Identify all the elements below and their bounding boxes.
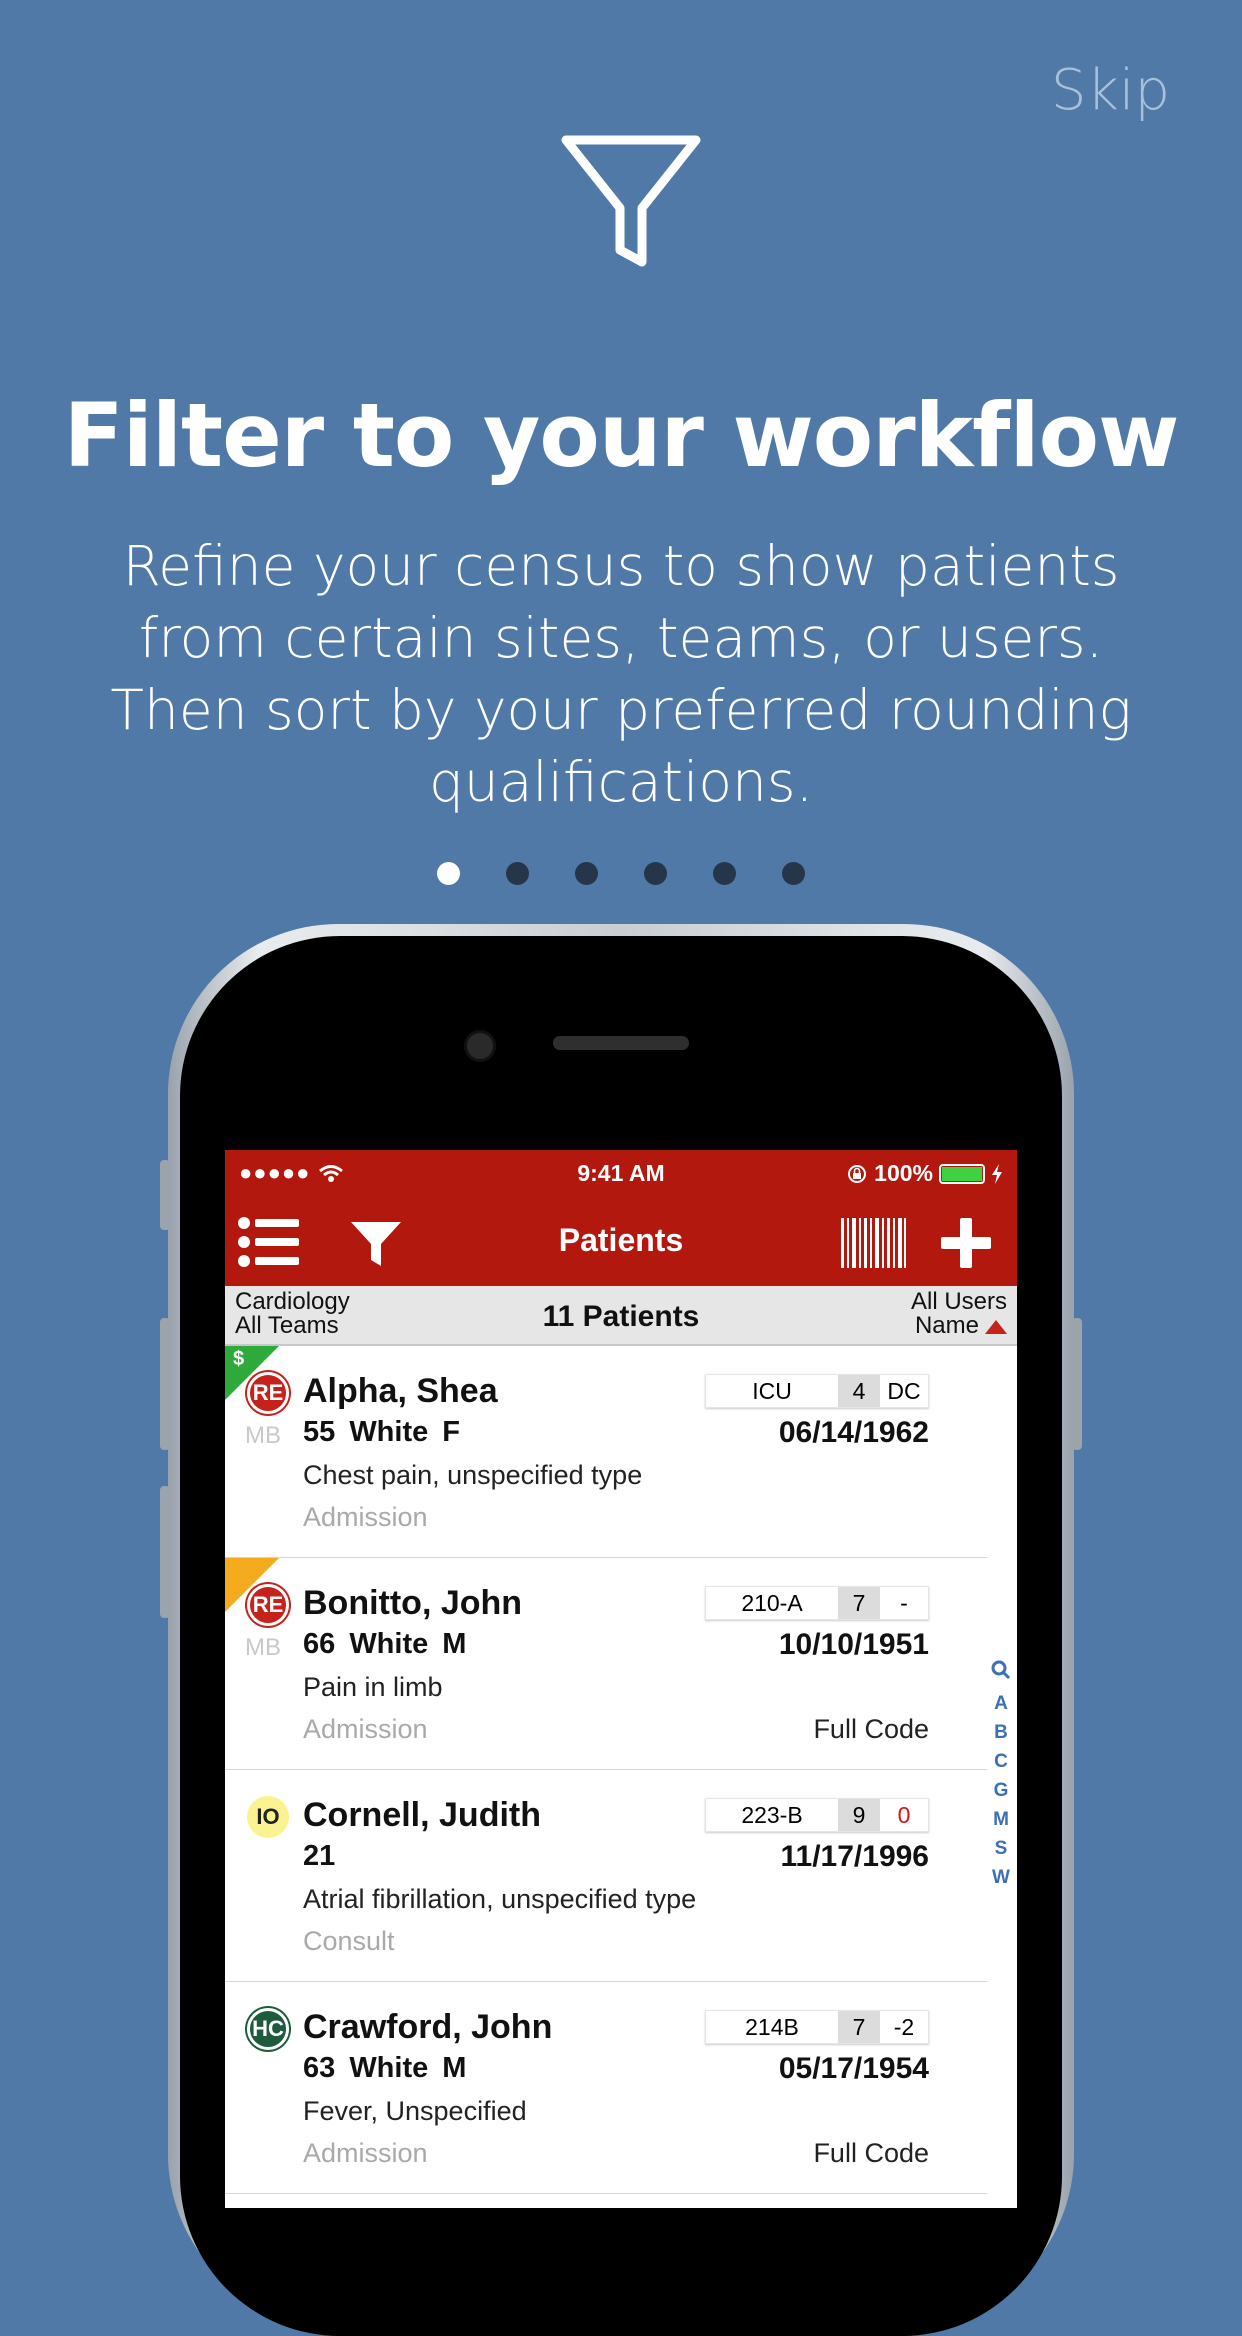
phone-screen: ●●●●● 9:41 AM 100% Patients Cardiology A… xyxy=(225,1150,1017,2208)
patient-dob: 05/17/1954 xyxy=(778,2052,929,2085)
room-number: ICU xyxy=(706,1375,838,1407)
alphabet-index[interactable]: A B C G M S W xyxy=(989,1660,1013,1892)
charging-icon xyxy=(992,1163,1002,1184)
page-dot-6[interactable] xyxy=(782,862,805,885)
patient-count: 11 Patients xyxy=(542,1300,700,1333)
index-letter[interactable]: C xyxy=(989,1747,1013,1776)
patient-list: $ RE MB Alpha, Shea 55 White F Chest pai… xyxy=(225,1346,1017,2194)
room-info: 223-B 9 0 xyxy=(705,1798,929,1832)
add-patient-icon[interactable] xyxy=(941,1218,991,1268)
encounter-type: Admission xyxy=(303,1502,428,1532)
patient-row[interactable]: IO Cornell, Judith 21 Atrial fibrillatio… xyxy=(225,1770,987,1982)
secondary-provider: MB xyxy=(245,1634,281,1661)
room-number: 214B xyxy=(706,2011,838,2043)
rotation-lock-icon xyxy=(848,1164,867,1183)
page-subtitle: Refine your census to show patients from… xyxy=(110,534,1132,814)
skip-button[interactable]: Skip xyxy=(1051,58,1170,123)
patient-name: Bonitto, John xyxy=(303,1584,523,1622)
status-bar: ●●●●● 9:41 AM 100% xyxy=(225,1150,1017,1196)
room-extra: DC xyxy=(880,1375,928,1407)
provider-badge: IO xyxy=(247,1796,289,1838)
patient-diagnosis: Atrial fibrillation, unspecified type xyxy=(303,1884,697,1914)
encounter-type: Admission xyxy=(303,1714,428,1744)
patient-diagnosis: Chest pain, unspecified type xyxy=(303,1460,643,1490)
barcode-scan-icon[interactable] xyxy=(841,1218,907,1268)
room-info: 214B 7 -2 xyxy=(705,2010,929,2044)
room-info: 210-A 7 - xyxy=(705,1586,929,1620)
provider-badge: HC xyxy=(247,2008,289,2050)
patient-name: Crawford, John xyxy=(303,2008,553,2046)
page-dot-5[interactable] xyxy=(713,862,736,885)
patient-name: Cornell, Judith xyxy=(303,1796,541,1834)
index-letter[interactable]: A xyxy=(989,1689,1013,1718)
room-info: ICU 4 DC xyxy=(705,1374,929,1408)
battery-percent: 100% xyxy=(874,1160,933,1186)
room-extra: -2 xyxy=(880,2011,928,2043)
patient-row[interactable]: $ RE MB Alpha, Shea 55 White F Chest pai… xyxy=(225,1346,987,1558)
sort-ascending-icon[interactable] xyxy=(985,1319,1007,1334)
billing-flag-label: $ xyxy=(233,1348,245,1370)
patient-name: Alpha, Shea xyxy=(303,1372,498,1410)
room-number: 223-B xyxy=(706,1799,838,1831)
patient-dob: 10/10/1951 xyxy=(778,1628,929,1661)
page-dot-4[interactable] xyxy=(644,862,667,885)
search-icon[interactable] xyxy=(991,1660,1011,1680)
funnel-icon xyxy=(561,135,701,267)
index-letter[interactable]: B xyxy=(989,1718,1013,1747)
index-letter[interactable]: W xyxy=(989,1863,1013,1892)
patient-demographics: 55 White F xyxy=(303,1416,461,1448)
patient-demographics: 63 White M xyxy=(303,2052,467,2084)
patient-demographics: 66 White M xyxy=(303,1628,467,1660)
sort-label: Name xyxy=(914,1312,979,1339)
nav-bar: Patients xyxy=(225,1196,1017,1286)
index-letter[interactable]: S xyxy=(989,1834,1013,1863)
patient-dob: 11/17/1996 xyxy=(780,1840,930,1873)
code-status: Full Code xyxy=(813,1714,929,1744)
patient-row[interactable]: HC Crawford, John 63 White M Fever, Unsp… xyxy=(225,1982,987,2194)
index-letter[interactable]: M xyxy=(989,1805,1013,1834)
length-of-stay: 4 xyxy=(838,1375,880,1407)
page-indicator[interactable] xyxy=(0,862,1242,885)
phone-speaker xyxy=(553,1036,689,1050)
length-of-stay: 7 xyxy=(838,2011,880,2043)
battery-indicator: 100% xyxy=(846,1160,1003,1187)
length-of-stay: 7 xyxy=(838,1587,880,1619)
page-title: Filter to your workflow xyxy=(63,384,1180,487)
users-label: All Users xyxy=(910,1288,1007,1315)
room-number: 210-A xyxy=(706,1587,838,1619)
encounter-type: Admission xyxy=(303,2138,428,2168)
index-letter[interactable]: G xyxy=(989,1776,1013,1805)
provider-badge: RE xyxy=(247,1584,289,1626)
secondary-provider: MB xyxy=(245,1422,281,1449)
page-dot-2[interactable] xyxy=(506,862,529,885)
census-filter-bar[interactable]: Cardiology All Teams 11 Patients All Use… xyxy=(225,1286,1017,1346)
phone-camera xyxy=(464,1030,496,1062)
patient-row[interactable]: RE MB Bonitto, John 66 White M Pain in l… xyxy=(225,1558,987,1770)
length-of-stay: 9 xyxy=(838,1799,880,1831)
battery-icon xyxy=(939,1163,985,1184)
room-extra: 0 xyxy=(880,1799,928,1831)
encounter-type: Consult xyxy=(303,1926,395,1956)
patient-diagnosis: Pain in limb xyxy=(303,1672,443,1702)
patient-diagnosis: Fever, Unspecified xyxy=(303,2096,527,2126)
code-status: Full Code xyxy=(813,2138,929,2168)
room-extra: - xyxy=(880,1587,928,1619)
patient-demographics: 21 xyxy=(303,1840,336,1872)
page-dot-3[interactable] xyxy=(575,862,598,885)
page-dot-1[interactable] xyxy=(437,862,460,885)
patient-dob: 06/14/1962 xyxy=(778,1416,929,1449)
provider-badge: RE xyxy=(247,1372,289,1414)
